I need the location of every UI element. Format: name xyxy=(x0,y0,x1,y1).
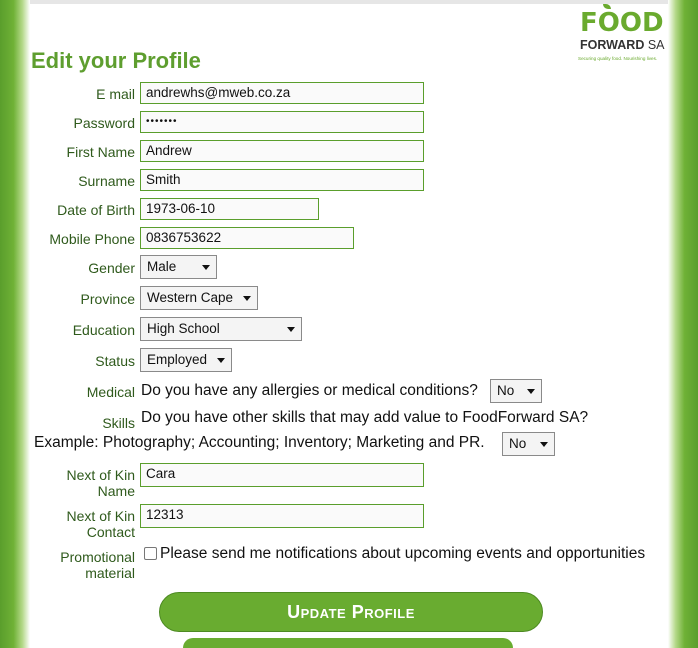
page-title: Edit your Profile xyxy=(31,48,201,73)
status-label: Status xyxy=(95,353,135,369)
skills-label: Skills xyxy=(102,415,135,431)
left-green-frame xyxy=(0,0,30,648)
logo-tagline: Securing quality food. Nourishing lives. xyxy=(578,56,658,61)
mobile-label: Mobile Phone xyxy=(49,231,135,247)
logo-sa-text: SA xyxy=(647,38,665,52)
promotional-label-line2: material xyxy=(85,565,135,581)
first-name-field[interactable]: Andrew xyxy=(140,140,424,162)
next-button-partial xyxy=(183,638,513,648)
medical-question: Do you have any allergies or medical con… xyxy=(141,382,478,399)
password-label: Password xyxy=(73,115,135,131)
gender-value: Male xyxy=(147,259,177,274)
dropdown-arrow-icon xyxy=(202,265,210,270)
dropdown-arrow-icon xyxy=(217,358,225,363)
province-value: Western Cape xyxy=(147,290,234,305)
medical-label: Medical xyxy=(86,384,135,400)
status-value: Employed xyxy=(147,352,208,367)
dropdown-arrow-icon xyxy=(287,327,295,332)
dropdown-arrow-icon xyxy=(540,442,548,447)
gender-label: Gender xyxy=(88,260,135,276)
next-of-kin-name-label-line1: Next of Kin xyxy=(66,467,135,483)
promotional-label-line1: Promotional xyxy=(60,549,135,565)
next-of-kin-contact-label: Next of Kin Contact xyxy=(40,508,135,540)
province-select[interactable]: Western Cape xyxy=(140,286,258,310)
promotional-checkbox[interactable] xyxy=(144,547,157,560)
dropdown-arrow-icon xyxy=(243,296,251,301)
surname-field[interactable]: Smith xyxy=(140,169,424,191)
logo-forward-word: FORWARD xyxy=(580,38,645,52)
mobile-field[interactable]: 0836753622 xyxy=(140,227,354,249)
medical-value: No xyxy=(497,383,515,398)
skills-value: No xyxy=(509,436,527,451)
update-profile-button[interactable]: Update Profile xyxy=(159,592,543,632)
skills-example: Example: Photography; Accounting; Invent… xyxy=(34,434,485,451)
next-of-kin-name-label-line2: Name xyxy=(97,483,135,499)
email-field[interactable]: andrewhs@mweb.co.za xyxy=(140,82,424,104)
first-name-label: First Name xyxy=(66,144,135,160)
next-of-kin-contact-label-line1: Next of Kin xyxy=(66,508,135,524)
email-label: E mail xyxy=(96,86,135,102)
logo-forward-text: FORWARD SA xyxy=(580,38,665,52)
surname-label: Surname xyxy=(78,173,135,189)
right-green-frame xyxy=(668,0,698,648)
next-of-kin-contact-label-line2: Contact xyxy=(86,524,135,540)
skills-select[interactable]: No xyxy=(502,432,555,456)
logo-food-text: FOOD xyxy=(580,8,664,38)
promotional-text: Please send me notifications about upcom… xyxy=(160,545,646,562)
medical-select[interactable]: No xyxy=(490,379,542,403)
dropdown-arrow-icon xyxy=(527,389,535,394)
gender-select[interactable]: Male xyxy=(140,255,217,279)
status-select[interactable]: Employed xyxy=(140,348,232,372)
password-field[interactable]: ••••••• xyxy=(140,111,424,133)
next-of-kin-name-label: Next of Kin Name xyxy=(40,467,135,499)
top-border xyxy=(0,0,698,4)
education-label: Education xyxy=(72,322,135,338)
dob-field[interactable]: 1973-06-10 xyxy=(140,198,319,220)
next-of-kin-contact-field[interactable]: 12313 xyxy=(140,504,424,528)
skills-question: Do you have other skills that may add va… xyxy=(141,409,589,426)
dob-label: Date of Birth xyxy=(57,202,135,218)
next-of-kin-name-field[interactable]: Cara xyxy=(140,463,424,487)
education-select[interactable]: High School xyxy=(140,317,302,341)
promotional-label: Promotional material xyxy=(40,549,135,581)
province-label: Province xyxy=(80,291,135,307)
education-value: High School xyxy=(147,321,220,336)
foodforward-logo: FOOD FORWARD SA Securing quality food. N… xyxy=(578,4,674,64)
